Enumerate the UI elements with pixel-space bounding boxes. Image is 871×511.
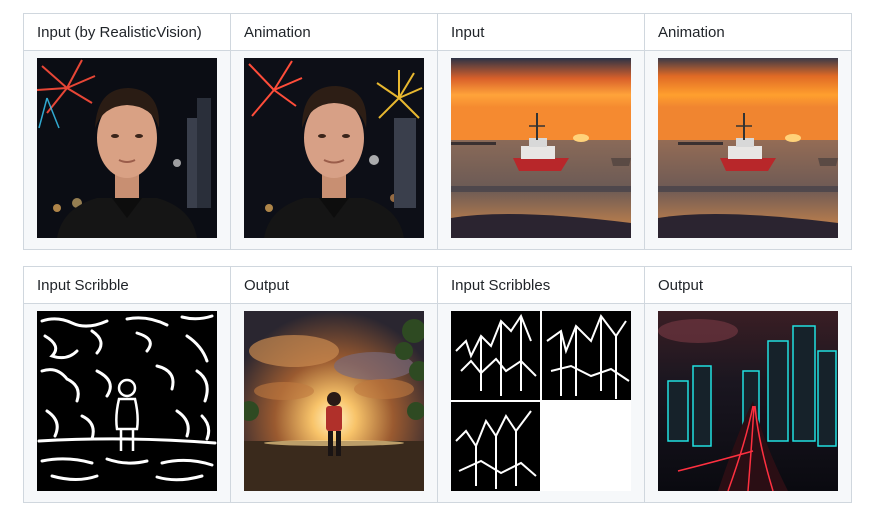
portrait-animation-image xyxy=(244,58,424,238)
table-header-row: Input Scribble Output Input Scribbles Ou… xyxy=(23,266,852,304)
image-cell xyxy=(230,50,438,250)
header-cell: Animation xyxy=(644,13,852,51)
table-header-row: Input (by RealisticVision) Animation Inp… xyxy=(23,13,852,51)
sunset-boat-animation-image xyxy=(658,58,838,238)
header-cell: Input xyxy=(437,13,645,51)
image-cell xyxy=(644,50,852,250)
child-sunset-output-image xyxy=(244,311,424,491)
portrait-fireworks-image xyxy=(37,58,217,238)
table-row xyxy=(23,50,852,250)
image-cell xyxy=(230,303,438,503)
image-cell xyxy=(437,50,645,250)
scribble-child-image xyxy=(37,311,217,491)
scribbles-city-image xyxy=(451,311,631,491)
results-table-1: Input (by RealisticVision) Animation Inp… xyxy=(23,13,852,250)
image-cell xyxy=(644,303,852,503)
neon-city-output-image xyxy=(658,311,838,491)
header-cell: Output xyxy=(644,266,852,304)
image-cell xyxy=(23,303,231,503)
header-cell: Input Scribble xyxy=(23,266,231,304)
header-cell: Input (by RealisticVision) xyxy=(23,13,231,51)
header-cell: Output xyxy=(230,266,438,304)
header-cell: Animation xyxy=(230,13,438,51)
sunset-boat-image xyxy=(451,58,631,238)
image-cell xyxy=(23,50,231,250)
image-cell xyxy=(437,303,645,503)
table-row xyxy=(23,303,852,503)
results-table-2: Input Scribble Output Input Scribbles Ou… xyxy=(23,266,852,503)
header-cell: Input Scribbles xyxy=(437,266,645,304)
